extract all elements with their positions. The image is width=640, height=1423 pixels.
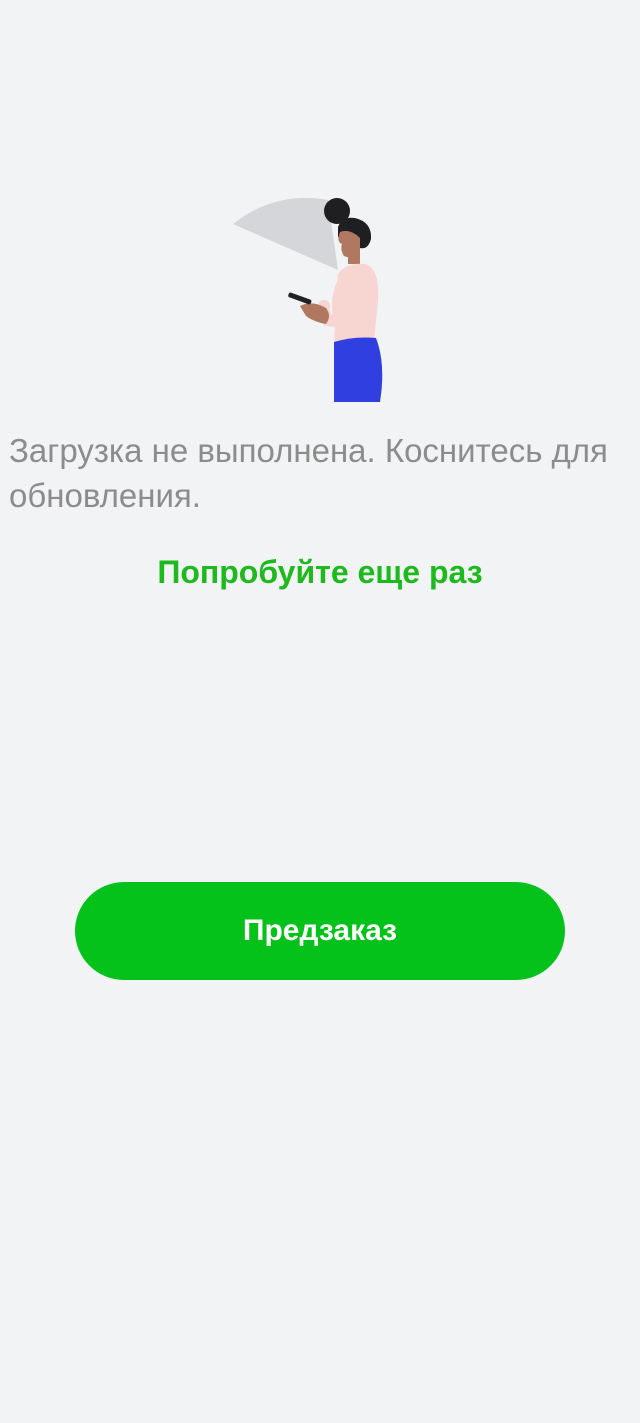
neck	[348, 252, 360, 264]
signal-wedge	[233, 197, 338, 270]
retry-link[interactable]: Попробуйте еще раз	[0, 550, 640, 594]
phone	[288, 292, 312, 305]
no-connection-illustration	[228, 192, 388, 402]
skirt	[334, 337, 383, 402]
preorder-button[interactable]: Предзаказ	[75, 882, 565, 980]
load-error-message: Загрузка не выполнена. Коснитесь для обн…	[9, 432, 608, 514]
